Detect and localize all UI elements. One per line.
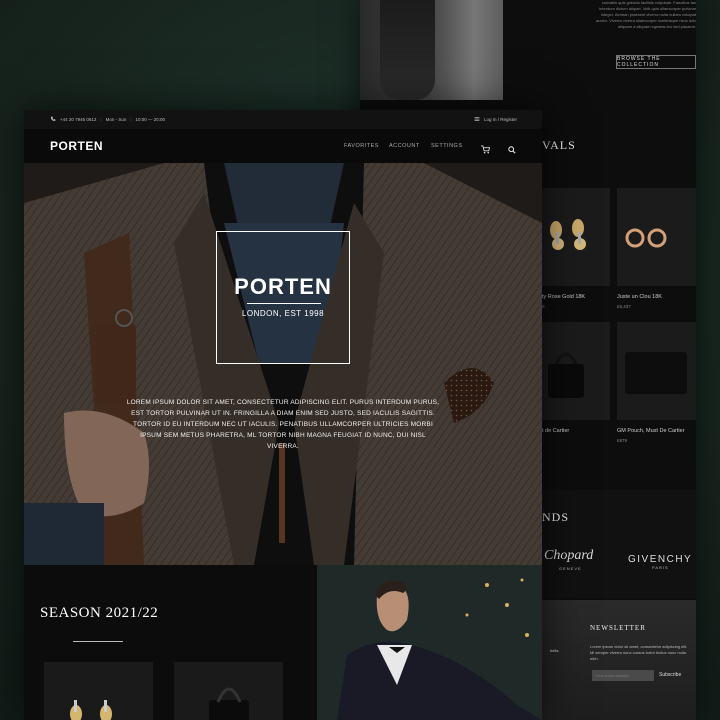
cart-icon[interactable]	[481, 141, 491, 159]
subscribe-button[interactable]: Subscribe	[659, 670, 681, 681]
site-logo[interactable]: PORTEN	[50, 139, 103, 153]
top-bar: +44 20 7946 0612 | Mon - Sun | 10:00 — 2…	[24, 110, 542, 129]
product-price: £879	[617, 438, 628, 443]
season-section: SEASON 2021/22	[24, 565, 317, 720]
hero-logo-frame: PORTEN LONDON, EST 1998	[216, 231, 350, 364]
brand-sub: PARIS	[652, 565, 669, 570]
season-product-card[interactable]	[174, 662, 283, 720]
newsletter-side-label: belts	[550, 648, 559, 653]
description-line: aliquam a aliquam egestas leo sed placer…	[617, 24, 696, 29]
season-divider	[73, 641, 123, 642]
phone-icon	[50, 116, 56, 123]
product-name: Juste un Clou 18K	[617, 294, 662, 300]
hero-established: LONDON, EST 1998	[241, 309, 325, 318]
browse-collection-button[interactable]: BROWSE THE COLLECTION	[616, 55, 696, 69]
phone-number[interactable]: +44 20 7946 0612	[60, 117, 96, 122]
login-register-link[interactable]: Log In / Register	[484, 117, 517, 122]
divider: |	[130, 117, 132, 122]
season-product-card[interactable]	[44, 662, 153, 720]
divider: |	[100, 117, 102, 122]
bracelet-image	[625, 228, 667, 248]
opening-days: Mon - Sun	[105, 117, 127, 122]
opening-hours: 10:00 — 20:00	[135, 117, 166, 122]
newsletter-title: NEWSLETTER	[590, 624, 646, 632]
man-in-tuxedo-image	[317, 565, 542, 720]
collection-description: convallis quis gravida facilisis vulputa…	[596, 0, 696, 30]
product-name: ty Rose Gold 18K	[542, 294, 586, 300]
brands-title: NDS	[542, 510, 570, 524]
pouch-image	[625, 352, 687, 394]
bag-image	[548, 352, 584, 398]
bag-image	[209, 687, 249, 720]
hero-divider	[247, 303, 321, 304]
newsletter-email-input[interactable]	[592, 670, 654, 681]
brand-logo-givenchy[interactable]: GIVENCHY	[628, 554, 692, 565]
main-nav: PORTEN FAVORITES ACCOUNT SETTINGS	[24, 129, 542, 163]
season-title: SEASON 2021/22	[40, 605, 159, 621]
product-price: 0	[542, 304, 545, 309]
search-icon[interactable]	[508, 141, 516, 159]
hero-brand: PORTEN	[234, 274, 332, 299]
login-icon	[474, 116, 480, 123]
product-card[interactable]	[542, 322, 610, 420]
tuxedo-photo	[317, 565, 542, 720]
nav-account[interactable]: ACCOUNT	[389, 143, 420, 149]
brands-section	[542, 490, 696, 598]
product-name: GM Pouch, Must De Cartier	[617, 428, 685, 434]
hero-banner: PORTEN LONDON, EST 1998 LOREM IPSUM DOLO…	[24, 163, 542, 565]
hero-overlay	[24, 163, 542, 565]
cufflinks-image	[70, 700, 112, 720]
product-name: t de Cartier	[542, 428, 570, 434]
hero-description: LOREM IPSUM DOLOR SIT AMET, CONSECTETUR …	[126, 399, 440, 450]
homepage: +44 20 7946 0612 | Mon - Sun | 10:00 — 2…	[24, 110, 542, 720]
product-card[interactable]	[617, 188, 696, 286]
product-price: £6,437	[617, 304, 631, 309]
new-arrivals-title: VALS	[542, 138, 576, 152]
brand-logo-chopard[interactable]: Chopard	[544, 548, 593, 564]
nav-settings[interactable]: SETTINGS	[431, 143, 463, 149]
collection-photo	[360, 0, 503, 100]
newsletter-text: Lorem ipsum dolor sit amet, consectetur …	[590, 644, 688, 661]
brand-sub: GENEVE	[559, 566, 582, 571]
product-card[interactable]	[542, 188, 610, 286]
nav-favorites[interactable]: FAVORITES	[344, 143, 379, 149]
cufflinks-image	[550, 219, 586, 250]
product-card[interactable]	[617, 322, 696, 420]
newsletter-section: belts NEWSLETTER Lorem ipsum dolor sit a…	[542, 600, 696, 720]
